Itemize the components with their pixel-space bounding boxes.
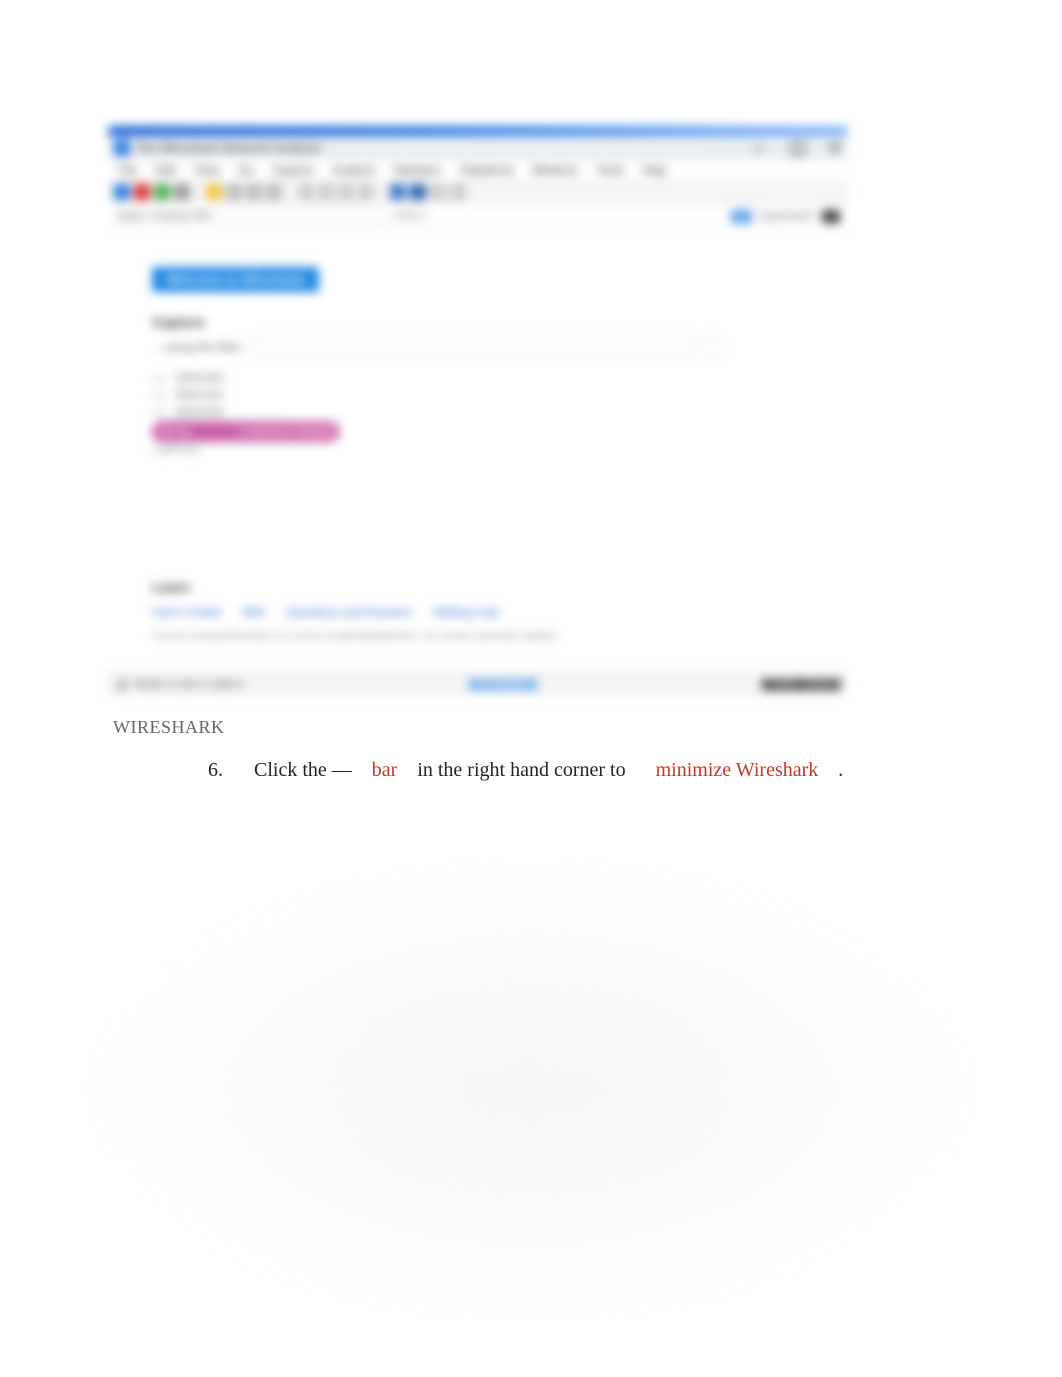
menu-item[interactable]: Telephony	[459, 163, 514, 177]
menu-item[interactable]: File	[118, 163, 137, 177]
expression-button[interactable]: Expression	[760, 210, 814, 222]
status-profile: Profile: Default	[762, 679, 840, 690]
sparkline-icon	[152, 390, 166, 402]
interface-extra: Loopback Adapter	[238, 423, 334, 440]
learn-link[interactable]: User's Guide	[152, 605, 221, 619]
start-capture-icon[interactable]	[114, 184, 130, 200]
reload-icon[interactable]	[266, 184, 282, 200]
zoom-reset-icon[interactable]	[430, 184, 446, 200]
status-packets: No Packets	[469, 679, 536, 690]
menu-item[interactable]: Edit	[155, 163, 176, 177]
close-icon[interactable]	[828, 141, 842, 155]
filter-hint: <Ctrl-/>	[392, 210, 429, 222]
filter-dropdown-icon[interactable]: ▾	[731, 210, 752, 223]
find-icon[interactable]	[298, 184, 314, 200]
menu-item[interactable]: Statistics	[393, 163, 441, 177]
save-file-icon[interactable]	[226, 184, 242, 200]
capture-filter-input[interactable]	[252, 336, 694, 358]
interface-name: USBPcap1	[152, 442, 201, 459]
resize-cols-icon[interactable]	[450, 184, 466, 200]
step-text: Click the —	[254, 759, 352, 781]
prev-icon[interactable]	[318, 184, 334, 200]
step-text: in the right hand corner to	[417, 759, 625, 781]
version-note: You are running Wireshark 3.0.3 (v3.0.3-…	[152, 631, 810, 642]
capture-filter-dropdown-icon[interactable]	[702, 337, 722, 357]
instruction-step: 6. Click the — bar in the right hand cor…	[208, 756, 942, 784]
interface-list: Ethernet0 Ethernet1 Ethernet2 Npcap Loop…	[152, 370, 810, 459]
menu-item[interactable]: Help	[642, 163, 667, 177]
step-highlight: minimize Wireshark	[656, 759, 819, 781]
interface-name: Ethernet2	[176, 404, 246, 421]
figure-caption: WIRESHARK	[113, 717, 225, 738]
zoom-in-icon[interactable]	[390, 184, 406, 200]
titlebar-accent	[108, 126, 848, 136]
next-icon[interactable]	[338, 184, 354, 200]
window-header: The Wireshark Network Analyzer	[108, 136, 848, 160]
goto-icon[interactable]	[358, 184, 374, 200]
add-filter-button[interactable]: +	[822, 210, 840, 223]
toolbar	[108, 181, 848, 204]
welcome-banner: Welcome to Wireshark	[152, 267, 319, 292]
interface-row[interactable]: Ethernet1	[152, 387, 810, 404]
wireshark-logo-icon	[114, 140, 130, 156]
interface-row[interactable]: Ethernet2	[152, 404, 810, 421]
blurred-region	[90, 870, 970, 1310]
zoom-out-icon[interactable]	[410, 184, 426, 200]
stop-capture-icon[interactable]	[134, 184, 150, 200]
learn-link[interactable]: Wiki	[242, 605, 265, 619]
learn-link[interactable]: Questions and Answers	[286, 605, 412, 619]
restart-capture-icon[interactable]	[154, 184, 170, 200]
step-number: 6.	[208, 756, 234, 784]
menu-item[interactable]: Wireless	[532, 163, 578, 177]
maximize-icon[interactable]	[790, 141, 804, 155]
capture-heading: Capture	[152, 314, 810, 330]
options-icon[interactable]	[174, 184, 190, 200]
sparkline-icon	[152, 407, 166, 419]
interface-row[interactable]: Ethernet0	[152, 370, 810, 387]
sparkline-icon	[152, 373, 166, 385]
menu-item[interactable]: Capture	[272, 163, 315, 177]
close-file-icon[interactable]	[246, 184, 262, 200]
minimize-icon[interactable]	[752, 141, 766, 155]
step-text: .	[838, 759, 843, 781]
filter-label: Apply a display filter	[116, 210, 214, 222]
display-filter-input[interactable]	[222, 207, 384, 225]
interface-name: Ethernet0	[176, 370, 246, 387]
menu-item[interactable]: Tools	[596, 163, 624, 177]
status-indicator-icon	[116, 679, 128, 691]
display-filter-bar: Apply a display filter <Ctrl-/> ▾ Expres…	[108, 204, 848, 229]
interface-row-selected[interactable]: Npcap Loopback Adapter	[152, 421, 340, 442]
menu-item[interactable]: Go	[238, 163, 254, 177]
wireshark-window: The Wireshark Network Analyzer File Edit…	[108, 126, 848, 696]
capture-filter-label: …using this filter:	[152, 340, 244, 354]
learn-heading: Learn	[152, 579, 810, 595]
interface-name: Ethernet1	[176, 387, 246, 404]
learn-link[interactable]: Mailing Lists	[434, 605, 500, 619]
menu-item[interactable]: View	[194, 163, 220, 177]
interface-name: Npcap	[158, 423, 228, 440]
open-file-icon[interactable]	[206, 184, 222, 200]
step-highlight: bar	[372, 759, 398, 781]
menu-item[interactable]: Analyze	[333, 163, 376, 177]
app-title: The Wireshark Network Analyzer	[136, 141, 322, 155]
status-bar: Ready to load or capture No Packets Prof…	[108, 672, 848, 696]
interface-row[interactable]: USBPcap1	[152, 442, 810, 459]
menu-bar: File Edit View Go Capture Analyze Statis…	[108, 160, 848, 181]
status-text: Ready to load or capture	[134, 679, 244, 690]
